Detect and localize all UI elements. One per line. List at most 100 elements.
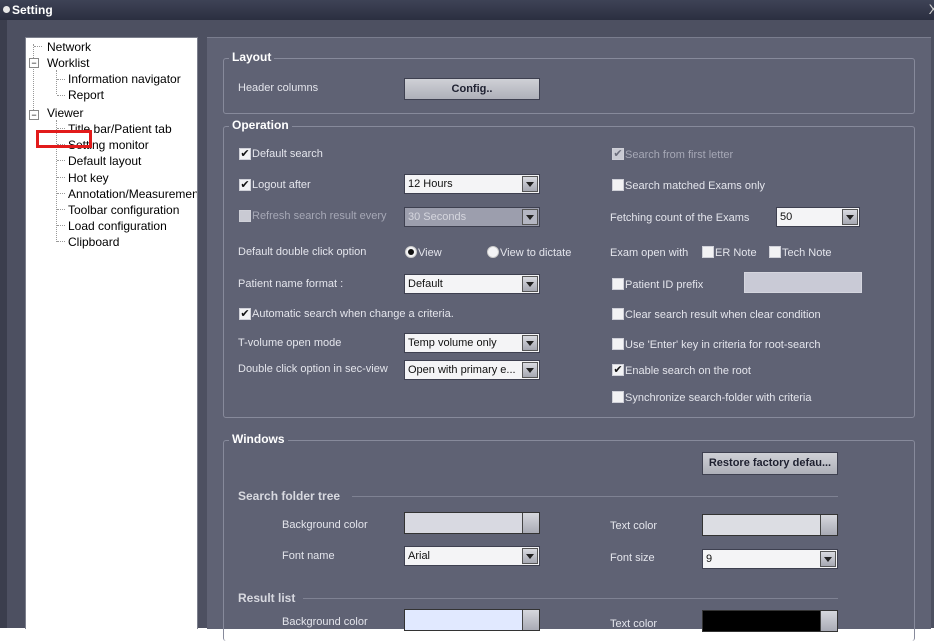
sft-bg-color-label: Background color: [282, 519, 368, 531]
restore-factory-button[interactable]: Restore factory defau...: [702, 452, 838, 475]
view-to-dictate-label: View to dictate: [500, 247, 572, 259]
enable-root-checkbox[interactable]: ✔: [612, 364, 624, 376]
tvolume-mode-select[interactable]: Temp volume only: [404, 333, 540, 353]
patient-name-format-select[interactable]: Default: [404, 274, 540, 294]
tree-line: [57, 95, 65, 96]
tree-item-default-layout[interactable]: Default layout: [68, 154, 141, 168]
sft-text-color-label: Text color: [610, 520, 658, 532]
tree-item-annotation[interactable]: Annotation/Measurement: [68, 187, 197, 201]
logout-after-select[interactable]: 12 Hours: [404, 174, 540, 194]
search-matched-label: Search matched Exams only: [625, 180, 766, 192]
tree-line: [56, 70, 57, 94]
rl-text-color-picker[interactable]: [702, 610, 838, 632]
chevron-down-icon[interactable]: [522, 176, 538, 192]
tree-item-information-navigator[interactable]: Information navigator: [68, 72, 181, 86]
tree-line: [57, 160, 65, 161]
enable-root-label: Enable search on the root: [625, 365, 751, 377]
sync-folder-checkbox[interactable]: [612, 391, 624, 403]
color-picker-button[interactable]: [820, 515, 837, 535]
tree-line: [33, 44, 34, 116]
font-name-label: Font name: [282, 550, 335, 562]
logout-after-checkbox[interactable]: ✔: [239, 179, 251, 191]
refresh-search-value: 30 Seconds: [408, 211, 467, 223]
tree-item-worklist[interactable]: Worklist: [47, 56, 89, 70]
layout-group: [223, 58, 915, 114]
tree-item-report[interactable]: Report: [68, 88, 104, 102]
fetching-count-select[interactable]: 50: [776, 207, 860, 227]
fetching-count-label: Fetching count of the Exams: [610, 212, 750, 224]
tree-item-load-configuration[interactable]: Load configuration: [68, 219, 167, 233]
font-size-label: Font size: [610, 552, 655, 564]
window-title: Setting: [12, 3, 53, 17]
clear-search-checkbox[interactable]: [612, 308, 624, 320]
refresh-search-label: Refresh search result every: [252, 210, 387, 222]
patient-id-prefix-input[interactable]: [744, 272, 862, 293]
hot-key-highlight: [36, 130, 92, 148]
logout-after-label: Logout after: [252, 179, 311, 191]
exam-open-with-label: Exam open with: [610, 247, 689, 259]
tree-line: [57, 241, 65, 242]
color-picker-button[interactable]: [522, 610, 539, 630]
tree-item-viewer[interactable]: Viewer: [47, 106, 83, 120]
automatic-search-checkbox[interactable]: ✔: [239, 308, 251, 320]
default-search-checkbox[interactable]: ✔: [239, 148, 251, 160]
font-name-select[interactable]: Arial: [404, 546, 540, 566]
rl-bg-color-label: Background color: [282, 616, 368, 628]
chevron-down-icon[interactable]: [522, 548, 538, 564]
config-button[interactable]: Config..: [404, 78, 540, 100]
font-size-select[interactable]: 9: [702, 549, 838, 569]
chevron-down-icon[interactable]: [522, 209, 538, 225]
use-enter-checkbox[interactable]: [612, 338, 624, 350]
collapse-viewer-icon[interactable]: −: [29, 110, 39, 120]
chevron-down-icon[interactable]: [522, 276, 538, 292]
tree-line: [57, 128, 65, 129]
tvolume-mode-value: Temp volume only: [408, 337, 497, 349]
tree-item-hot-key[interactable]: Hot key: [68, 171, 109, 185]
chevron-down-icon[interactable]: [522, 335, 538, 351]
sft-bg-color-picker[interactable]: [404, 512, 540, 534]
header-columns-label: Header columns: [238, 82, 319, 94]
font-size-value: 9: [706, 553, 713, 565]
sft-text-color-picker[interactable]: [702, 514, 838, 536]
tech-note-checkbox[interactable]: [769, 246, 781, 258]
windows-group-title: Windows: [229, 432, 288, 446]
patient-id-prefix-label: Patient ID prefix: [625, 279, 704, 291]
refresh-search-select[interactable]: 30 Seconds: [404, 207, 540, 227]
tree-item-network[interactable]: Network: [47, 40, 91, 54]
result-list-title: Result list: [238, 591, 296, 605]
tree-line: [57, 79, 65, 80]
tvolume-mode-label: T-volume open mode: [238, 337, 342, 349]
tree-line: [57, 177, 65, 178]
color-picker-button[interactable]: [820, 611, 837, 631]
refresh-search-checkbox[interactable]: [239, 210, 251, 222]
search-matched-checkbox[interactable]: [612, 179, 624, 191]
double-click-sec-select[interactable]: Open with primary e...: [404, 360, 540, 380]
view-radio-label: View: [418, 247, 442, 259]
settings-content: Layout Header columns Config.. Operation…: [207, 37, 931, 641]
patient-name-format-value: Default: [408, 278, 443, 290]
automatic-search-label: Automatic search when change a criteria.: [252, 308, 454, 320]
default-double-click-label: Default double click option: [238, 246, 367, 258]
color-picker-button[interactable]: [522, 513, 539, 533]
chevron-down-icon[interactable]: [842, 209, 858, 225]
chevron-down-icon[interactable]: [820, 551, 836, 567]
er-note-checkbox[interactable]: [702, 246, 714, 258]
search-folder-tree-title: Search folder tree: [238, 489, 341, 503]
search-folder-tree-divider: [352, 496, 838, 497]
tree-item-clipboard[interactable]: Clipboard: [68, 235, 119, 249]
collapse-worklist-icon[interactable]: −: [29, 58, 39, 68]
window-dot-icon: [3, 6, 10, 13]
patient-name-format-label: Patient name format :: [238, 278, 344, 290]
patient-id-prefix-checkbox[interactable]: [612, 278, 624, 290]
logout-after-value: 12 Hours: [408, 178, 453, 190]
tree-item-toolbar-configuration[interactable]: Toolbar configuration: [68, 203, 179, 217]
double-click-sec-label: Double click option in sec-view: [238, 363, 388, 375]
search-first-letter-checkbox[interactable]: ✔: [612, 148, 624, 160]
close-button[interactable]: X: [929, 1, 934, 17]
view-to-dictate-radio[interactable]: [487, 246, 499, 258]
chevron-down-icon[interactable]: [522, 362, 538, 378]
left-frame-edge: [0, 20, 7, 628]
view-radio[interactable]: [405, 246, 417, 258]
font-name-value: Arial: [408, 550, 431, 562]
default-search-label: Default search: [252, 148, 323, 160]
